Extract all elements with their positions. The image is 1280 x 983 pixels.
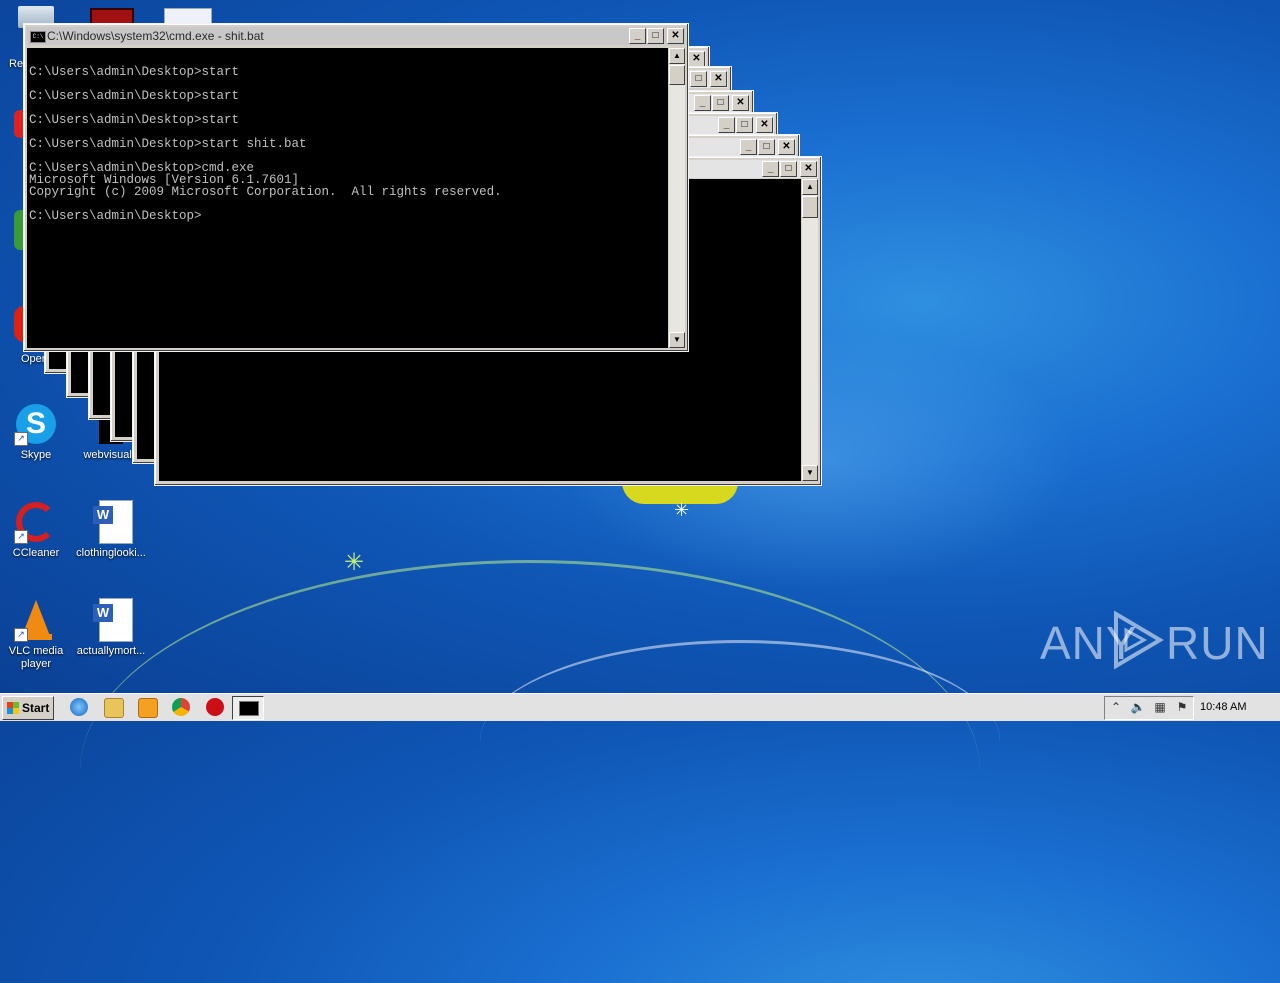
- console-line: C:\Users\admin\Desktop>start: [29, 65, 240, 79]
- skype-icon: S ↗: [14, 402, 58, 446]
- minimize-button[interactable]: _: [718, 117, 735, 133]
- ccleaner-icon: ↗: [14, 500, 58, 544]
- window-controls: _ □ ✕: [694, 95, 749, 111]
- desktop-icon-label: Skype: [20, 449, 52, 461]
- action-center-flag-icon[interactable]: ⚑: [1174, 699, 1190, 715]
- desktop-icon-ccleaner[interactable]: ↗ CCleaner: [1, 500, 71, 560]
- desktop-icon-label: actuallymort...: [76, 645, 146, 657]
- scroll-down-button[interactable]: ▼: [802, 465, 818, 481]
- scroll-thumb[interactable]: [669, 65, 685, 85]
- vertical-scrollbar[interactable]: ▲ ▼: [802, 179, 818, 481]
- maximize-button[interactable]: □: [780, 161, 797, 177]
- close-button[interactable]: ✕: [778, 139, 795, 155]
- cmd-icon: [239, 701, 259, 716]
- wallpaper-sparkle-2: ✳: [344, 549, 365, 576]
- window-controls: _ □ ✕: [762, 161, 817, 177]
- console-line: C:\Users\admin\Desktop>start: [29, 113, 240, 127]
- desktop-icon-vlc[interactable]: ↗ VLC media player: [1, 598, 71, 671]
- desktop-icon-label: VLC media player: [8, 645, 64, 670]
- scroll-up-button[interactable]: ▲: [802, 179, 818, 195]
- vertical-scrollbar[interactable]: ▲ ▼: [669, 48, 685, 348]
- desktop-icon-label: CCleaner: [12, 547, 60, 559]
- start-label: Start: [22, 701, 50, 715]
- window-controls: _ □ ✕: [740, 139, 795, 155]
- console-line: C:\Users\admin\Desktop>start: [29, 89, 240, 103]
- maximize-button[interactable]: □: [758, 139, 775, 155]
- console-output[interactable]: C:\Users\admin\Desktop>start C:\Users\ad…: [27, 48, 668, 348]
- close-button[interactable]: ✕: [667, 28, 684, 44]
- cmd-window-main[interactable]: C:\ C:\Windows\system32\cmd.exe - shit.b…: [23, 23, 689, 352]
- windows-logo-icon: [7, 702, 19, 714]
- anyrun-watermark: ANY RUN: [1040, 610, 1268, 670]
- chrome-icon[interactable]: [172, 698, 190, 716]
- maximize-button[interactable]: □: [690, 71, 707, 87]
- volume-icon[interactable]: 🔈: [1130, 699, 1146, 715]
- recycle-bin-label: Re: [9, 58, 24, 70]
- opera-icon[interactable]: [206, 698, 224, 716]
- vlc-icon: ↗: [14, 598, 58, 642]
- maximize-button[interactable]: □: [647, 28, 664, 44]
- minimize-button[interactable]: _: [629, 28, 646, 44]
- watermark-right-text: RUN: [1166, 617, 1269, 669]
- explorer-icon[interactable]: [104, 698, 124, 718]
- desktop-icon-skype[interactable]: S ↗ Skype: [1, 402, 71, 462]
- scroll-down-button[interactable]: ▼: [669, 332, 685, 348]
- media-player-icon[interactable]: [138, 698, 158, 718]
- taskbar-clock[interactable]: 10:48 AM: [1200, 701, 1246, 713]
- minimize-button[interactable]: _: [740, 139, 757, 155]
- window-controls: _ □ ✕: [718, 117, 773, 133]
- maximize-button[interactable]: □: [736, 117, 753, 133]
- console-line: Copyright (c) 2009 Microsoft Corporation…: [29, 185, 502, 199]
- word-document-icon: W: [89, 598, 133, 642]
- maximize-button[interactable]: □: [712, 95, 729, 111]
- cmd-icon: C:\: [30, 31, 46, 43]
- console-line: C:\Users\admin\Desktop>: [29, 209, 202, 223]
- close-button[interactable]: ✕: [688, 51, 705, 67]
- desktop-icon-label: clothinglooki...: [76, 547, 146, 559]
- show-hidden-icon[interactable]: ⌃: [1108, 699, 1124, 715]
- taskbar-item-cmd[interactable]: [232, 696, 264, 720]
- console-line: C:\Users\admin\Desktop>start shit.bat: [29, 137, 307, 151]
- word-document-icon: W: [89, 500, 133, 544]
- wallpaper-arc: [80, 560, 980, 983]
- desktop-icon-actuallymort[interactable]: W actuallymort...: [76, 598, 146, 658]
- opera-label: Oper: [21, 353, 46, 365]
- close-button[interactable]: ✕: [800, 161, 817, 177]
- window-controls: _ □ ✕: [629, 28, 684, 44]
- close-button[interactable]: ✕: [710, 71, 727, 87]
- close-button[interactable]: ✕: [756, 117, 773, 133]
- minimize-button[interactable]: _: [762, 161, 779, 177]
- close-button[interactable]: ✕: [732, 95, 749, 111]
- window-titlebar[interactable]: C:\ C:\Windows\system32\cmd.exe - shit.b…: [27, 27, 685, 45]
- wallpaper-arc-2: [480, 640, 1000, 843]
- minimize-button[interactable]: _: [694, 95, 711, 111]
- start-button[interactable]: Start: [2, 696, 54, 720]
- play-logo-icon: [1114, 610, 1164, 670]
- network-icon[interactable]: ▦: [1152, 699, 1168, 715]
- internet-explorer-icon[interactable]: [70, 698, 88, 716]
- scroll-thumb[interactable]: [802, 196, 818, 218]
- taskbar: Start ⌃ 🔈 ▦ ⚑ 10:48 AM: [0, 693, 1280, 721]
- desktop-icon-clothinglooki[interactable]: W clothinglooki...: [76, 500, 146, 560]
- wallpaper-sparkle: ✳: [674, 500, 690, 520]
- window-title: C:\Windows\system32\cmd.exe - shit.bat: [47, 29, 264, 43]
- scroll-up-button[interactable]: ▲: [669, 48, 685, 64]
